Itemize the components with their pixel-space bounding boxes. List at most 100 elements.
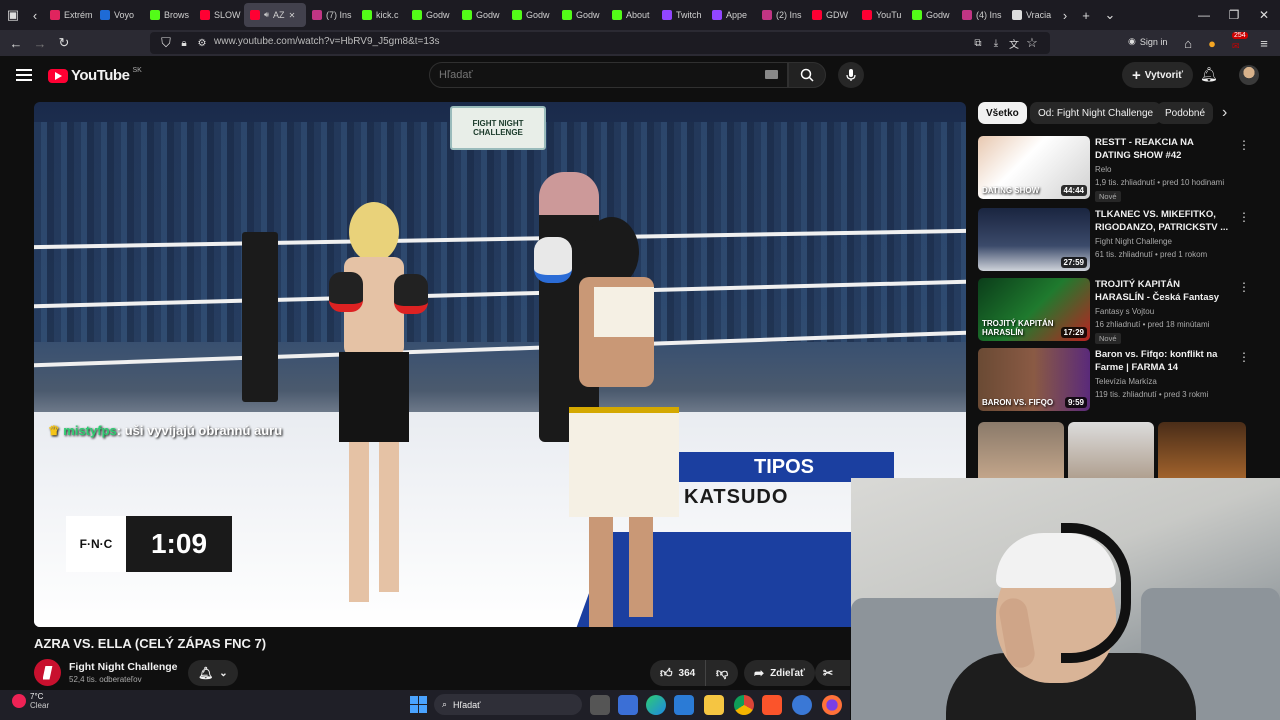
notifications-counter[interactable]: 254 ✉ [1228,32,1250,53]
tab-list-chevron-icon[interactable]: ⌄ [1098,3,1122,27]
extensions-icon[interactable]: ⌂ [1176,31,1200,55]
subscribed-notifications-button[interactable]: 🔔︎ ⌄ [188,660,238,686]
video-thumbnail[interactable]: BARON VS. FIFQO 9:59 [978,348,1090,411]
video-channel[interactable]: Fight Night Challenge [1095,237,1172,246]
recommended-video[interactable]: DATING SHOW 44:44 RESTT - REAKCIA NA DATIN… [978,136,1250,202]
search-button[interactable] [788,62,826,88]
keyboard-icon[interactable] [765,70,778,79]
ring-brand-label: TIPOS [753,455,814,478]
chips-next-icon[interactable]: › [1222,104,1227,122]
tab-overview-icon[interactable]: ▣ [0,3,26,27]
share-button[interactable]: ➦ Zdieľať [744,660,815,686]
dislike-button[interactable]: 👎︎ [705,660,739,686]
browser-tab[interactable]: 🔊︎ AZ ✕ [244,3,306,27]
color-profile-icon[interactable]: ● [1200,31,1224,55]
app-menu-icon[interactable]: ≡ [1252,31,1276,55]
close-window-button[interactable]: ✕ [1248,0,1280,30]
weather-widget[interactable]: 7°C Clear [12,692,49,710]
like-button[interactable]: 👍︎ 364 [650,660,706,686]
store-icon[interactable] [618,695,638,715]
browser-tab[interactable]: Godw [556,0,606,30]
browser-tab[interactable]: Twitch [656,0,706,30]
video-title-link[interactable]: TROJITÝ KAPITÁN HARASLÍN - Česká Fantasy… [1095,278,1231,305]
youtube-logo[interactable]: YouTube SK [48,67,142,84]
notifications-bell-icon[interactable]: 🔔︎ [1200,66,1218,83]
video-channel[interactable]: Relo [1095,165,1111,174]
tabs-scroll-left-icon[interactable]: ‹ [26,3,44,27]
video-thumbnail[interactable]: 27:59 [978,208,1090,271]
reload-button[interactable]: ↻ [52,31,76,55]
url-text[interactable]: www.youtube.com/watch?v=HbRV9_J5gm8&t=13… [214,36,440,47]
filter-chip[interactable]: Všetko [978,102,1027,124]
minimize-button[interactable]: — [1188,0,1220,30]
chrome-icon[interactable] [734,695,754,715]
create-button[interactable]: + Vytvoriť [1122,62,1194,88]
file-explorer-icon[interactable] [704,695,724,715]
browser-tab[interactable]: Voyo [94,0,144,30]
brave-icon[interactable] [762,695,782,715]
back-button[interactable]: ← [4,31,28,55]
browser-tab[interactable]: Godw [506,0,556,30]
task-view-icon[interactable] [590,695,610,715]
browser-tab[interactable]: Vracia [1006,0,1056,30]
browser-tab[interactable]: (2) Ins [756,0,806,30]
video-thumbnail[interactable]: TROJITÝ KAPITÁN HARASLÍN 17:29 [978,278,1090,341]
shorts-thumbnail[interactable] [978,422,1064,478]
bookmark-star-icon[interactable]: ☆ [1020,31,1044,55]
chat-username: mistyfps [63,423,117,438]
video-title-link[interactable]: TLKANEC VS. MIKEFITKO, RIGODANZO, PATRIC… [1095,208,1231,234]
guide-menu-icon[interactable] [14,66,34,84]
more-actions-icon[interactable]: ⋮ [1238,350,1250,364]
channel-name[interactable]: Fight Night Challenge [69,661,178,673]
video-thumbnail[interactable]: DATING SHOW 44:44 [978,136,1090,199]
recommended-video[interactable]: BARON VS. FIFQO 9:59 Baron vs. Fifqo: konf… [978,348,1250,412]
video-channel[interactable]: Televízia Markíza [1095,377,1157,386]
video-title-link[interactable]: Baron vs. Fifqo: konflikt na Farme | FAR… [1095,348,1231,374]
tabs-scroll-right-icon[interactable]: › [1056,3,1074,27]
video-player[interactable]: TIPOS KATSUDO FIGHT NIGHT CHALLENGE ♛ mi… [34,102,966,627]
more-actions-icon[interactable]: ⋮ [1238,280,1250,294]
permissions-icon[interactable]: ⚙ [190,31,214,55]
firefox-icon[interactable] [822,695,842,715]
app-icon[interactable] [792,695,812,715]
video-title-link[interactable]: RESTT - REAKCIA NA DATING SHOW #42 [1095,136,1231,162]
clip-button[interactable]: ✂ [815,660,850,686]
browser-tab[interactable]: Extrém [44,0,94,30]
new-tab-button[interactable]: + [1074,3,1098,27]
search-input[interactable] [439,66,739,84]
sign-in-button[interactable]: ◉ Sign in [1128,36,1167,47]
browser-tab[interactable]: YouTu [856,0,906,30]
subscriber-count: 52,4 tis. odberateľov [69,675,142,684]
filter-chip[interactable]: Podobné [1157,102,1214,124]
browser-tab[interactable]: (4) Ins [956,0,1006,30]
filter-chip[interactable]: Od: Fight Night Challenge [1030,102,1162,124]
photos-icon[interactable] [674,695,694,715]
browser-tab[interactable]: Godw [406,0,456,30]
forward-button[interactable]: → [28,31,52,55]
browser-tab[interactable]: SLOW [194,0,244,30]
browser-tab[interactable]: Brows [144,0,194,30]
shorts-thumbnail[interactable] [1158,422,1246,478]
more-actions-icon[interactable]: ⋮ [1238,138,1250,152]
close-tab-icon[interactable]: ✕ [289,11,296,20]
browser-tab[interactable]: Godw [456,0,506,30]
browser-tab[interactable]: About [606,0,656,30]
recommended-video[interactable]: 27:59 TLKANEC VS. MIKEFITKO, RIGODANZO, P… [978,208,1250,272]
shorts-thumbnail[interactable] [1068,422,1154,478]
browser-tab[interactable]: Appe [706,0,756,30]
edge-icon[interactable] [646,695,666,715]
browser-tab[interactable]: Godw [906,0,956,30]
voice-search-button[interactable] [838,62,864,88]
start-button[interactable] [410,696,427,713]
browser-tab[interactable]: (7) Ins [306,0,356,30]
channel-avatar[interactable] [34,659,61,686]
audio-playing-icon[interactable]: 🔊︎ [264,10,269,20]
video-channel[interactable]: Fantasy s Vojtou [1095,307,1154,316]
avatar[interactable] [1239,65,1259,85]
maximize-button[interactable]: ❐ [1218,0,1250,30]
browser-tab[interactable]: GDW [806,0,856,30]
recommended-video[interactable]: TROJITÝ KAPITÁN HARASLÍN 17:29 TROJITÝ KAP… [978,278,1250,344]
more-actions-icon[interactable]: ⋮ [1238,210,1250,224]
taskbar-search-box[interactable]: ⌕ Hľadať [434,694,582,715]
browser-tab[interactable]: kick.c [356,0,406,30]
